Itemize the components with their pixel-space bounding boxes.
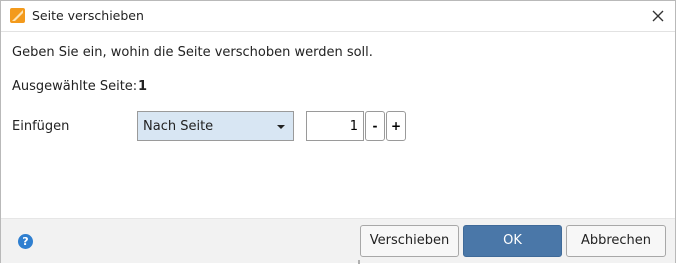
ok-button[interactable]: OK	[463, 225, 562, 257]
dialog-title: Seite verschieben	[32, 8, 144, 23]
close-icon[interactable]	[647, 5, 669, 27]
insert-label: Einfügen	[12, 119, 70, 134]
insert-position-value: Nach Seite	[143, 119, 214, 134]
move-page-dialog: Seite verschieben Geben Sie ein, wohin d…	[0, 0, 676, 264]
cancel-button[interactable]: Abbrechen	[566, 225, 666, 257]
increment-button[interactable]: +	[386, 111, 406, 141]
instruction-text: Geben Sie ein, wohin die Seite verschobe…	[12, 45, 373, 60]
insert-position-select[interactable]: Nach Seite	[137, 111, 294, 141]
chevron-down-icon	[277, 125, 285, 129]
selected-page-label: Ausgewählte Seite:	[12, 79, 138, 94]
app-icon	[10, 8, 25, 23]
decrement-button[interactable]: -	[365, 111, 385, 141]
resize-grip	[358, 260, 360, 264]
selected-page-value: 1	[138, 79, 148, 94]
dialog-footer: ? Verschieben OK Abbrechen	[1, 218, 675, 264]
help-icon[interactable]: ?	[18, 234, 33, 249]
page-number-input[interactable]	[306, 111, 364, 141]
title-bar: Seite verschieben	[1, 1, 675, 32]
dialog-content: Geben Sie ein, wohin die Seite verschobe…	[1, 32, 675, 218]
move-button[interactable]: Verschieben	[360, 225, 459, 257]
